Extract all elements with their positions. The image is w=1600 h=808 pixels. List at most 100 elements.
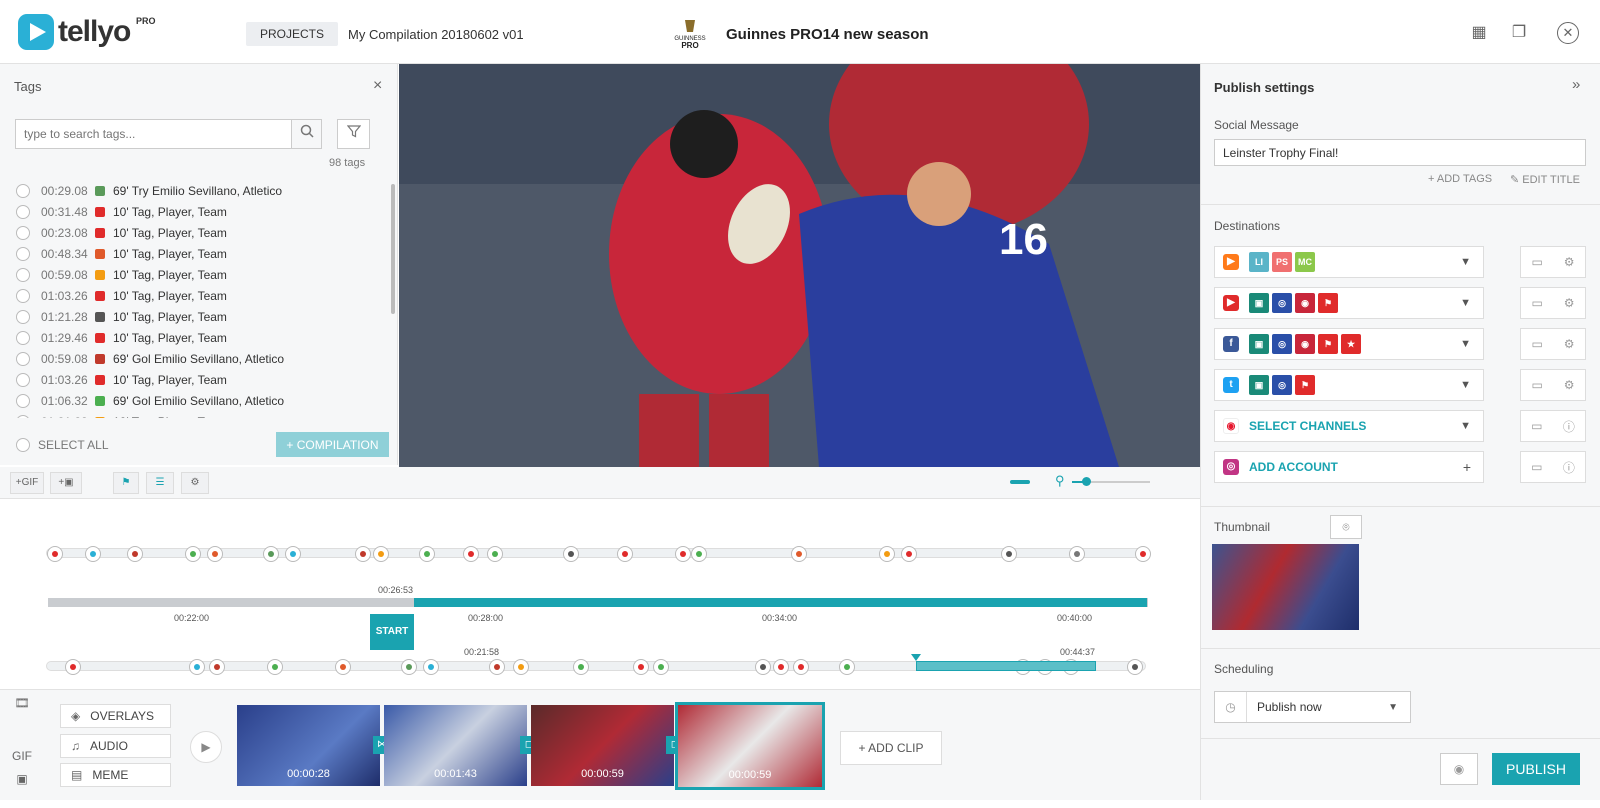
meme-button[interactable]: ▤ MEME	[60, 763, 171, 787]
timeline-tag-marker[interactable]	[1135, 546, 1151, 562]
play-icon[interactable]: ▶	[190, 731, 222, 763]
clip-range-selection[interactable]	[916, 661, 1096, 671]
gif-tab[interactable]: GIF	[0, 738, 44, 774]
schedule-select[interactable]: ◷ Publish now ▼	[1214, 691, 1411, 723]
timeline-tag-marker[interactable]	[675, 546, 691, 562]
tag-row[interactable]: 00:59.08 10' Tag, Player, Team	[0, 264, 388, 285]
timeline-tag-marker[interactable]	[563, 546, 579, 562]
collapse-icon[interactable]: »	[1572, 76, 1580, 93]
start-marker-button[interactable]: START	[370, 614, 414, 650]
tag-row[interactable]: 01:03.26 10' Tag, Player, Team	[0, 369, 388, 390]
tag-select-radio[interactable]	[16, 393, 30, 408]
add-account-link[interactable]: ADD ACCOUNT	[1249, 460, 1338, 474]
add-clip-button[interactable]: + ADD CLIP	[840, 731, 942, 765]
info-icon[interactable]: ⓘ	[1563, 418, 1575, 435]
tag-row[interactable]: 01:21.28 10' Tag, Player, Team	[0, 411, 388, 418]
timeline-tag-marker[interactable]	[773, 659, 789, 675]
app-logo[interactable]: tellyo PRO	[18, 14, 156, 50]
timeline-tag-marker[interactable]	[263, 546, 279, 562]
edit-title-link[interactable]: ✎ EDIT TITLE	[1510, 173, 1580, 186]
gear-icon[interactable]: ⚙	[181, 472, 209, 494]
toggle-icon[interactable]: ▭	[1531, 337, 1542, 351]
team-logo-icon[interactable]: ⚑	[1318, 334, 1338, 354]
tag-select-radio[interactable]	[16, 183, 30, 198]
select-channels-link[interactable]: SELECT CHANNELS	[1249, 419, 1366, 433]
timeline-tag-marker[interactable]	[267, 659, 283, 675]
team-logo-icon[interactable]: ◉	[1295, 293, 1315, 313]
filter-icon[interactable]	[337, 119, 370, 149]
tag-select-radio[interactable]	[16, 204, 30, 219]
gear-icon[interactable]: ⚙	[1564, 337, 1575, 351]
destination-tellyo[interactable]: ▶ LI PS MC ▼	[1214, 246, 1484, 278]
timeline-tag-marker[interactable]	[633, 659, 649, 675]
timeline-tag-marker[interactable]	[65, 659, 81, 675]
tag-select-radio[interactable]	[16, 330, 30, 345]
timeline-tag-marker[interactable]	[1069, 546, 1085, 562]
timeline-tag-marker[interactable]	[335, 659, 351, 675]
close-icon[interactable]: ✕	[1557, 22, 1579, 44]
timeline-tag-marker[interactable]	[373, 546, 389, 562]
destination-instagram[interactable]: ◎ ADD ACCOUNT +	[1214, 451, 1484, 483]
timeline-tag-marker[interactable]	[419, 546, 435, 562]
channel-chip[interactable]: MC	[1295, 252, 1315, 272]
add-image-button[interactable]: +▣	[50, 472, 82, 494]
destination-youtube[interactable]: ▶ ▣ ◎ ◉ ⚑ ▼	[1214, 287, 1484, 319]
team-logo-icon[interactable]: ▣	[1249, 293, 1269, 313]
tag-row[interactable]: 00:48.34 10' Tag, Player, Team	[0, 243, 388, 264]
timeline-tag-marker[interactable]	[653, 659, 669, 675]
team-logo-icon[interactable]: ▣	[1249, 334, 1269, 354]
tag-row[interactable]: 01:03.26 10' Tag, Player, Team	[0, 285, 388, 306]
film-icon[interactable]: 🎞	[0, 696, 44, 732]
tag-row[interactable]: 01:29.46 10' Tag, Player, Team	[0, 327, 388, 348]
thumbnail-image[interactable]	[1212, 544, 1359, 630]
timeline-tag-marker[interactable]	[617, 546, 633, 562]
tag-select-radio[interactable]	[16, 414, 30, 418]
tag-select-radio[interactable]	[16, 246, 30, 261]
timeline-tag-marker[interactable]	[355, 546, 371, 562]
timeline-tag-marker[interactable]	[185, 546, 201, 562]
tag-search-input[interactable]	[15, 119, 292, 149]
tag-row[interactable]: 01:06.32 69' Gol Emilio Sevillano, Atleti…	[0, 390, 388, 411]
tag-row[interactable]: 00:31.48 10' Tag, Player, Team	[0, 201, 388, 222]
compilation-button[interactable]: + COMPILATION	[276, 432, 389, 457]
chevron-down-icon[interactable]: ▼	[1460, 420, 1471, 432]
tag-select-radio[interactable]	[16, 309, 30, 324]
plus-icon[interactable]: +	[1463, 459, 1471, 475]
timeline-tag-marker[interactable]	[127, 546, 143, 562]
timeline-tag-marker[interactable]	[423, 659, 439, 675]
timeline-tag-marker[interactable]	[463, 546, 479, 562]
chevron-down-icon[interactable]: ▼	[1460, 338, 1471, 350]
gear-icon[interactable]: ⚙	[1564, 255, 1575, 269]
timeline-tag-marker[interactable]	[207, 546, 223, 562]
add-gif-button[interactable]: +GIF	[10, 472, 44, 494]
toggle-icon[interactable]: ▭	[1531, 460, 1542, 474]
overlays-button[interactable]: ◈ OVERLAYS	[60, 704, 171, 728]
timeline-tag-marker[interactable]	[791, 546, 807, 562]
zoom-slider-handle[interactable]	[1082, 477, 1091, 486]
timeline-tag-marker[interactable]	[487, 546, 503, 562]
clip-thumbnail-selected[interactable]: 00:00:59	[675, 702, 825, 790]
toggle-icon[interactable]: ▭	[1531, 419, 1542, 433]
tag-select-radio[interactable]	[16, 372, 30, 387]
chevron-down-icon[interactable]: ▼	[1460, 297, 1471, 309]
timeline-tag-marker[interactable]	[209, 659, 225, 675]
preview-eye-icon[interactable]: ◉	[1440, 753, 1478, 785]
tag-row[interactable]: 00:59.08 69' Gol Emilio Sevillano, Atleti…	[0, 348, 388, 369]
timeline-tag-marker[interactable]	[573, 659, 589, 675]
timeline-tag-marker[interactable]	[755, 659, 771, 675]
publish-button[interactable]: PUBLISH	[1492, 753, 1580, 785]
timeline-tag-marker[interactable]	[513, 659, 529, 675]
bookmark-icon[interactable]: ⚑	[113, 472, 139, 494]
select-all-label[interactable]: SELECT ALL	[38, 438, 109, 452]
team-logo-icon[interactable]: ◎	[1272, 293, 1292, 313]
toggle-icon[interactable]: ▭	[1531, 378, 1542, 392]
timeline-tag-marker[interactable]	[839, 659, 855, 675]
range-start-handle[interactable]	[911, 654, 921, 661]
team-logo-icon[interactable]: ★	[1341, 334, 1361, 354]
team-logo-icon[interactable]: ◉	[1295, 334, 1315, 354]
timeline-tag-marker[interactable]	[691, 546, 707, 562]
tag-list-scrollbar[interactable]	[391, 184, 395, 314]
search-icon[interactable]	[291, 119, 322, 149]
audio-button[interactable]: ♫ AUDIO	[60, 734, 171, 758]
team-logo-icon[interactable]: ⚑	[1318, 293, 1338, 313]
